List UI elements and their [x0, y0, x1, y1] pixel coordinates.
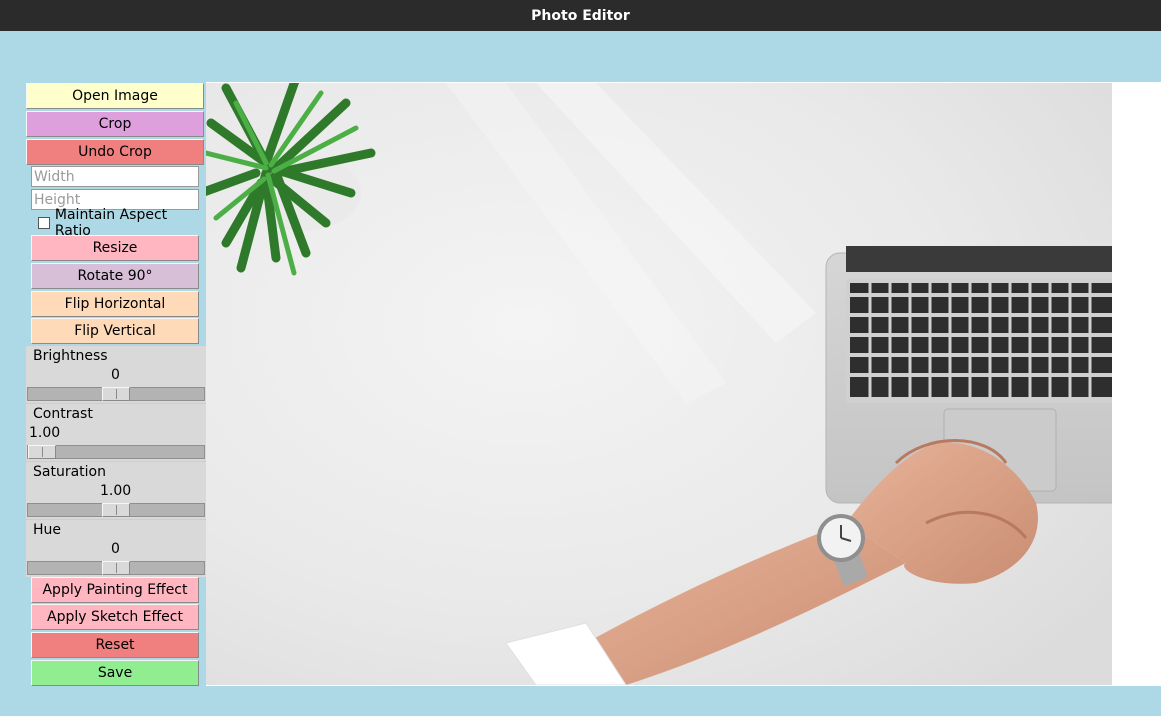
brightness-scale: Brightness 0 — [26, 346, 206, 403]
window-title: Photo Editor — [531, 7, 630, 24]
save-button[interactable]: Save — [31, 660, 199, 686]
brightness-label: Brightness — [33, 348, 108, 364]
flip-vertical-button[interactable]: Flip Vertical — [31, 318, 199, 344]
brightness-trough[interactable] — [27, 387, 205, 401]
contrast-trough[interactable] — [27, 445, 205, 459]
contrast-label: Contrast — [33, 406, 93, 422]
brightness-value: 0 — [111, 367, 120, 383]
brightness-slider-knob[interactable] — [102, 387, 130, 401]
window-title-bar: Photo Editor — [0, 0, 1161, 31]
saturation-label: Saturation — [33, 464, 106, 480]
photo-image — [206, 83, 1112, 685]
crop-button[interactable]: Crop — [26, 111, 204, 137]
maintain-aspect-checkbox[interactable] — [38, 217, 50, 229]
flip-horizontal-button[interactable]: Flip Horizontal — [31, 291, 199, 317]
maintain-aspect-row[interactable]: Maintain Aspect Ratio — [38, 207, 206, 239]
hue-value: 0 — [111, 541, 120, 557]
hue-label: Hue — [33, 522, 62, 538]
apply-painting-effect-button[interactable]: Apply Painting Effect — [31, 577, 199, 603]
hue-trough[interactable] — [27, 561, 205, 575]
apply-sketch-effect-button[interactable]: Apply Sketch Effect — [31, 604, 199, 630]
control-panel: Open Image Crop Undo Crop Maintain Aspec… — [26, 82, 206, 686]
saturation-trough[interactable] — [27, 503, 205, 517]
saturation-slider-knob[interactable] — [102, 503, 130, 517]
undo-crop-button[interactable]: Undo Crop — [26, 139, 204, 165]
saturation-scale: Saturation 1.00 — [26, 462, 206, 519]
saturation-value: 1.00 — [100, 483, 132, 499]
contrast-scale: Contrast 1.00 — [26, 404, 206, 461]
contrast-value: 1.00 — [29, 425, 61, 441]
hue-slider-knob[interactable] — [102, 561, 130, 575]
width-input[interactable] — [31, 166, 199, 187]
contrast-slider-knob[interactable] — [28, 445, 56, 459]
open-image-button[interactable]: Open Image — [26, 83, 204, 109]
hue-scale: Hue 0 — [26, 520, 206, 577]
rotate-button[interactable]: Rotate 90° — [31, 263, 199, 289]
reset-button[interactable]: Reset — [31, 632, 199, 658]
resize-button[interactable]: Resize — [31, 235, 199, 261]
